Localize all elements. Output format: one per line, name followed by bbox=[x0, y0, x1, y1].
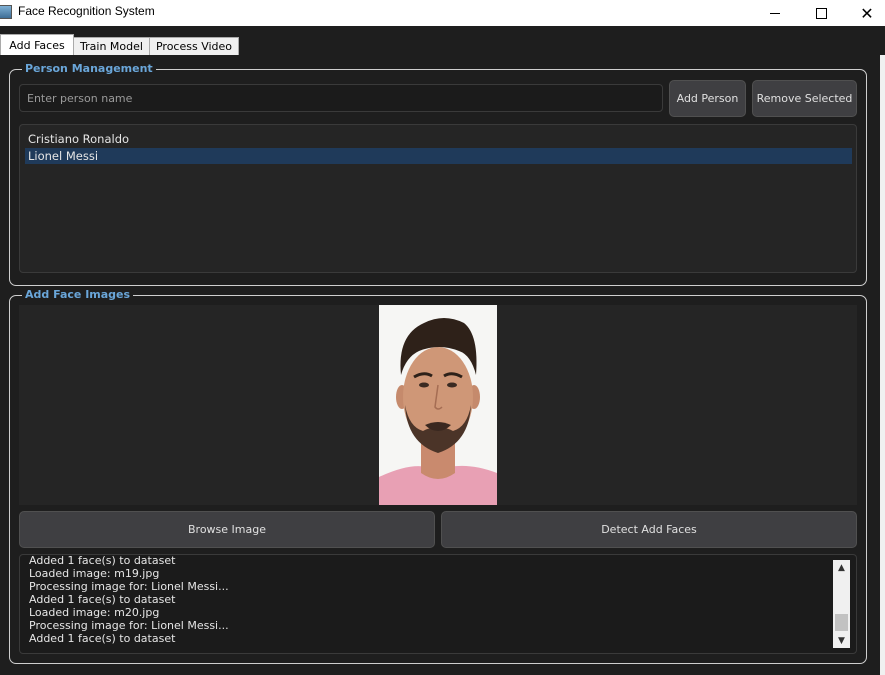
log-line: Processing image for: Lionel Messi... bbox=[29, 580, 229, 593]
log-line: Loaded image: m19.jpg bbox=[29, 567, 160, 580]
person-management-title: Person Management bbox=[22, 62, 156, 75]
browse-image-button[interactable]: Browse Image bbox=[19, 511, 435, 548]
tab-bar: Train Model Process Video Add Faces bbox=[0, 26, 885, 55]
log-scrollbar[interactable]: ▲ ▼ bbox=[833, 560, 850, 648]
list-item-selected[interactable]: Lionel Messi bbox=[25, 148, 852, 164]
log-line: Processing image for: Lionel Messi... bbox=[29, 619, 229, 632]
portrait-image bbox=[379, 305, 497, 505]
detect-add-faces-button[interactable]: Detect Add Faces bbox=[441, 511, 857, 548]
tab-train-model[interactable]: Train Model bbox=[73, 37, 150, 55]
add-person-button[interactable]: Add Person bbox=[669, 80, 746, 117]
log-line: Added 1 face(s) to dataset bbox=[29, 554, 176, 567]
image-preview bbox=[19, 305, 857, 505]
close-button[interactable]: ✕ bbox=[844, 0, 885, 26]
minimize-icon bbox=[770, 12, 780, 14]
log-output[interactable]: Added 1 face(s) to dataset Loaded image:… bbox=[19, 554, 857, 654]
scroll-down-icon[interactable]: ▼ bbox=[833, 633, 850, 648]
app-icon bbox=[0, 5, 12, 19]
log-line: Added 1 face(s) to dataset bbox=[29, 632, 176, 645]
list-item[interactable]: Cristiano Ronaldo bbox=[25, 131, 852, 147]
add-face-images-title: Add Face Images bbox=[22, 288, 134, 301]
maximize-button[interactable] bbox=[798, 0, 844, 26]
log-lines: Added 1 face(s) to dataset Loaded image:… bbox=[29, 554, 829, 645]
person-list[interactable]: Cristiano Ronaldo Lionel Messi bbox=[19, 124, 857, 273]
minimize-button[interactable] bbox=[752, 0, 798, 26]
person-name-input[interactable] bbox=[19, 84, 663, 112]
title-bar: Face Recognition System ✕ bbox=[0, 0, 885, 26]
maximize-icon bbox=[815, 7, 827, 19]
tab-add-faces[interactable]: Add Faces bbox=[0, 34, 74, 55]
close-icon: ✕ bbox=[860, 3, 874, 23]
face-photo bbox=[379, 305, 497, 505]
remove-selected-button[interactable]: Remove Selected bbox=[752, 80, 857, 117]
scroll-thumb[interactable] bbox=[835, 614, 848, 631]
log-line: Loaded image: m20.jpg bbox=[29, 606, 160, 619]
tab-process-video[interactable]: Process Video bbox=[149, 37, 239, 55]
log-line: Added 1 face(s) to dataset bbox=[29, 593, 176, 606]
scroll-up-icon[interactable]: ▲ bbox=[833, 560, 850, 575]
window-edge bbox=[880, 55, 885, 675]
window-title: Face Recognition System bbox=[18, 4, 155, 18]
